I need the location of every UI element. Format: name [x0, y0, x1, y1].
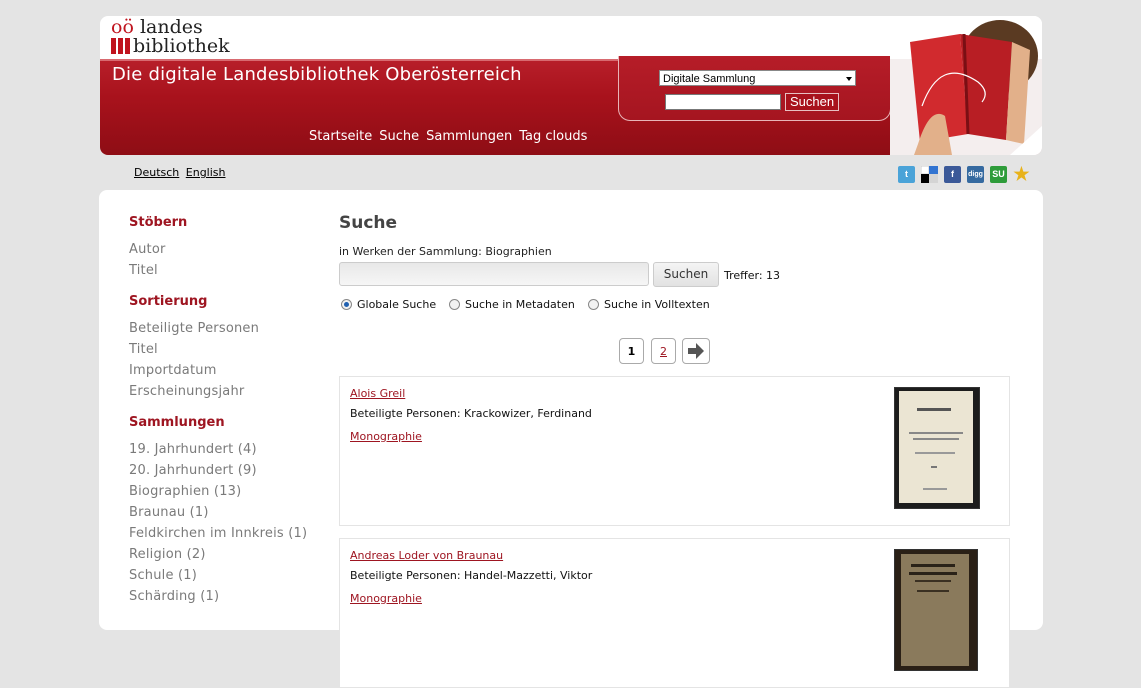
radio-icon: [588, 299, 599, 310]
result-thumbnail[interactable]: [894, 387, 980, 509]
logo-bars-icon: [111, 38, 130, 54]
logo-prefix: oö: [111, 16, 134, 38]
radio-fulltext-search[interactable]: Suche in Volltexten: [588, 298, 710, 311]
search-input[interactable]: [339, 262, 649, 286]
lang-english[interactable]: English: [186, 166, 226, 179]
page-title: Suche: [339, 213, 398, 233]
digg-icon[interactable]: digg: [967, 166, 984, 183]
sidebar-item-autor[interactable]: Autor: [129, 242, 166, 257]
header-search-input[interactable]: [665, 94, 781, 110]
radio-label: Suche in Volltexten: [604, 298, 710, 311]
collection-select[interactable]: Digitale Sammlung: [659, 70, 856, 86]
result-title-link[interactable]: Andreas Loder von Braunau: [350, 549, 503, 562]
sort-item-import-date[interactable]: Importdatum: [129, 363, 217, 378]
radio-label: Globale Suche: [357, 298, 437, 311]
collection-item[interactable]: Feldkirchen im Innkreis (1): [129, 526, 307, 541]
site-header: oö landes bibliothek Die digitale Landes…: [100, 16, 1042, 155]
sidebar-heading-browse: Stöbern: [129, 215, 188, 230]
nav-startseite[interactable]: Startseite: [309, 129, 372, 144]
sidebar-item-titel[interactable]: Titel: [129, 263, 158, 278]
sidebar-heading-collections: Sammlungen: [129, 415, 225, 430]
result-persons: Beteiligte Personen: Handel-Mazzetti, Vi…: [350, 569, 593, 582]
radio-global-search[interactable]: Globale Suche: [341, 298, 436, 311]
chevron-down-icon: [846, 77, 852, 81]
twitter-icon[interactable]: t: [898, 166, 915, 183]
nav-sammlungen[interactable]: Sammlungen: [426, 129, 512, 144]
page-1-button[interactable]: 1: [619, 338, 644, 364]
radio-label: Suche in Metadaten: [465, 298, 575, 311]
result-type-link[interactable]: Monographie: [350, 430, 422, 443]
nav-tag-clouds[interactable]: Tag clouds: [519, 129, 587, 144]
delicious-icon[interactable]: [920, 165, 938, 183]
result-item: Andreas Loder von Braunau Beteiligte Per…: [339, 538, 1010, 688]
header-search-box: Digitale Sammlung Suchen: [618, 56, 891, 121]
collection-item[interactable]: Braunau (1): [129, 505, 209, 520]
site-title: Die digitale Landesbibliothek Oberösterr…: [112, 64, 522, 85]
logo-line2: bibliothek: [133, 35, 230, 57]
search-scope-label: in Werken der Sammlung: Biographien: [339, 245, 552, 258]
site-logo[interactable]: oö landes bibliothek: [111, 18, 230, 56]
collection-item[interactable]: Schärding (1): [129, 589, 219, 604]
collection-select-value: Digitale Sammlung: [663, 73, 756, 85]
collection-item[interactable]: Schule (1): [129, 568, 197, 583]
stumbleupon-icon[interactable]: SU: [990, 166, 1007, 183]
radio-metadata-search[interactable]: Suche in Metadaten: [449, 298, 575, 311]
collection-item[interactable]: Biographien (13): [129, 484, 241, 499]
result-title-link[interactable]: Alois Greil: [350, 387, 405, 400]
arrow-right-icon: [688, 343, 704, 359]
collection-item[interactable]: 20. Jahrhundert (9): [129, 463, 257, 478]
result-type-link[interactable]: Monographie: [350, 592, 422, 605]
collection-item[interactable]: Religion (2): [129, 547, 206, 562]
result-persons: Beteiligte Personen: Krackowizer, Ferdin…: [350, 407, 592, 420]
radio-selected-icon: [341, 299, 352, 310]
search-button[interactable]: Suchen: [653, 262, 719, 287]
facebook-icon[interactable]: f: [944, 166, 961, 183]
main-nav: Startseite Suche Sammlungen Tag clouds: [309, 129, 594, 144]
star-icon[interactable]: ★: [1013, 165, 1030, 183]
sort-item-persons[interactable]: Beteiligte Personen: [129, 321, 259, 336]
nav-suche[interactable]: Suche: [379, 129, 419, 144]
sidebar-heading-sort: Sortierung: [129, 294, 208, 309]
page-2-button[interactable]: 2: [651, 338, 676, 364]
result-thumbnail[interactable]: [894, 549, 978, 671]
result-item: Alois Greil Beteiligte Personen: Krackow…: [339, 376, 1010, 526]
radio-icon: [449, 299, 460, 310]
sort-item-title[interactable]: Titel: [129, 342, 158, 357]
hit-count: Treffer: 13: [724, 269, 781, 282]
collection-item[interactable]: 19. Jahrhundert (4): [129, 442, 257, 457]
sort-item-year[interactable]: Erscheinungsjahr: [129, 384, 244, 399]
lang-deutsch[interactable]: Deutsch: [134, 166, 179, 179]
language-switcher: Deutsch English: [134, 166, 229, 179]
next-page-button[interactable]: [682, 338, 710, 364]
reader-illustration: [890, 16, 1042, 155]
header-search-button[interactable]: Suchen: [785, 93, 840, 111]
